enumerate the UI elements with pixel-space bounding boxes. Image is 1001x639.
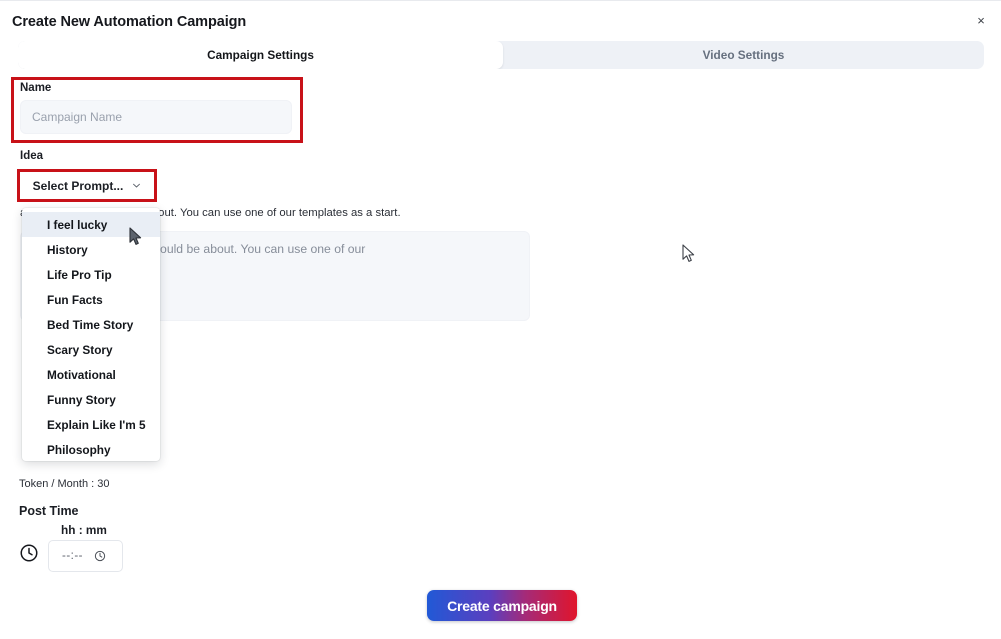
- post-time-label: Post Time: [19, 504, 79, 518]
- menu-item-prompt[interactable]: Fun Facts: [22, 287, 160, 312]
- menu-item-prompt[interactable]: Scary Story: [22, 337, 160, 362]
- tab-campaign-settings-label: Campaign Settings: [207, 48, 314, 62]
- tab-video-settings-label: Video Settings: [702, 48, 785, 62]
- clock-icon: [20, 544, 38, 562]
- menu-item-prompt[interactable]: Life Pro Tip: [22, 262, 160, 287]
- token-per-month-text: Token / Month : 30: [19, 478, 110, 490]
- clock-icon[interactable]: [94, 550, 106, 562]
- menu-item-prompt[interactable]: Bed Time Story: [22, 312, 160, 337]
- prompt-dropdown-menu[interactable]: I feel lucky History Life Pro Tip Fun Facts…: [22, 208, 160, 461]
- prompt-select-value: Select Prompt...: [32, 178, 124, 193]
- create-campaign-button[interactable]: Create campaign: [427, 590, 577, 621]
- time-format-label: hh : mm: [61, 523, 107, 537]
- menu-item-prompt[interactable]: Explain Like I'm 5: [22, 412, 160, 437]
- create-campaign-modal: Create New Automation Campaign × Campaig…: [0, 0, 1001, 639]
- menu-item-prompt[interactable]: I feel lucky: [22, 212, 160, 237]
- idea-field-label: Idea: [20, 150, 44, 162]
- tab-video-settings[interactable]: Video Settings: [503, 41, 984, 69]
- close-icon[interactable]: ×: [972, 11, 990, 29]
- modal-header: Create New Automation Campaign ×: [0, 1, 1001, 37]
- name-field-label: Name: [20, 82, 52, 94]
- menu-item-prompt[interactable]: Philosophy: [22, 437, 160, 462]
- campaign-name-input[interactable]: [20, 100, 292, 134]
- post-time-input[interactable]: --:--: [48, 540, 123, 572]
- post-time-row: hh : mm --:--: [19, 523, 129, 575]
- mouse-cursor: [682, 244, 695, 262]
- page-title: Create New Automation Campaign: [12, 14, 247, 30]
- post-time-value: --:--: [62, 550, 84, 562]
- menu-item-prompt[interactable]: Motivational: [22, 362, 160, 387]
- menu-item-prompt[interactable]: History: [22, 237, 160, 262]
- menu-item-prompt[interactable]: Funny Story: [22, 387, 160, 412]
- tab-campaign-settings[interactable]: Campaign Settings: [18, 41, 503, 69]
- chevron-down-icon: [133, 183, 141, 188]
- prompt-select-trigger[interactable]: Select Prompt...: [20, 172, 154, 199]
- settings-tab-bar: Campaign Settings Video Settings: [18, 41, 984, 69]
